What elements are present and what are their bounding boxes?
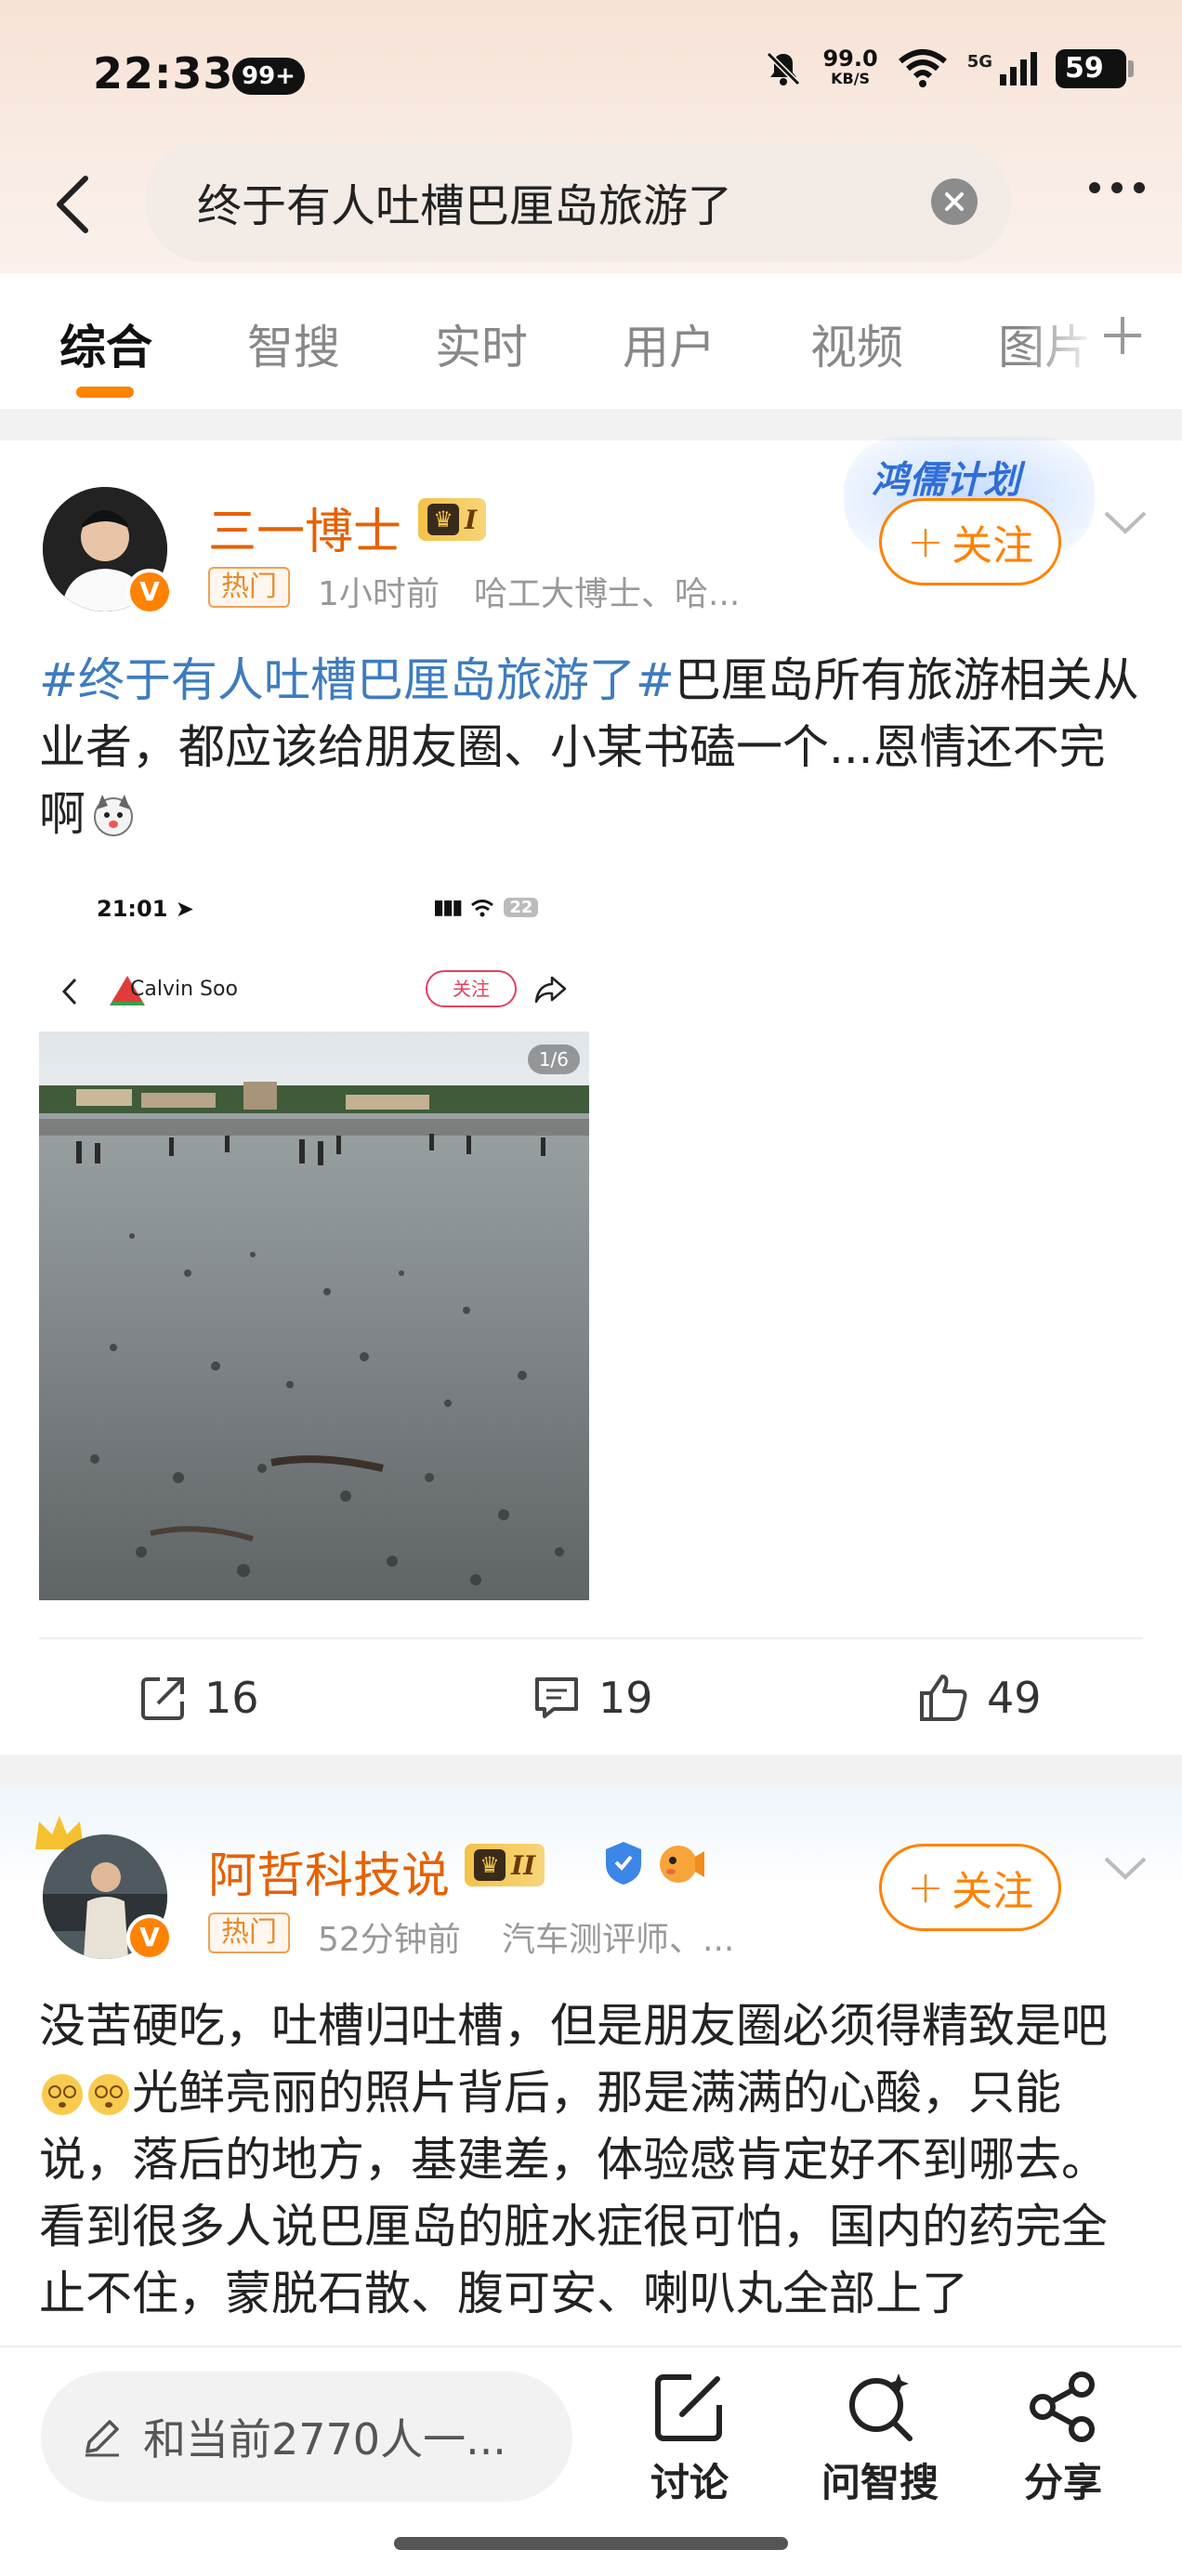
cell-signal-icon: 5G: [967, 52, 1037, 85]
share-button[interactable]: 分享: [1024, 2368, 1102, 2508]
tab-realtime[interactable]: 实时: [435, 310, 528, 377]
pencil-icon: [85, 2420, 119, 2457]
follow-label: 关注: [952, 522, 1034, 570]
ask-label: 问智搜: [821, 2460, 939, 2505]
photo-counter: 1/6: [527, 1045, 580, 1074]
tab-smart-search[interactable]: 智搜: [247, 310, 340, 377]
battery-indicator: 59: [1056, 49, 1134, 88]
post-content: 没苦硬吃，吐槽归吐槽，但是朋友圈必须得精致是吧: [39, 1999, 1108, 2053]
active-tab-indicator: [76, 387, 134, 398]
discuss-label: 讨论: [650, 2460, 729, 2505]
shot-user-name: Calvin Soo: [130, 978, 238, 1001]
status-time: 22:33: [93, 48, 234, 99]
follow-label: 关注: [952, 1868, 1034, 1915]
user-name[interactable]: 三一博士: [208, 493, 401, 562]
comment-count: 19: [598, 1673, 653, 1723]
user-description: 哈工大博士、哈...: [474, 575, 741, 613]
thumbs-up-icon: [920, 1675, 967, 1721]
mute-bell-icon: [767, 51, 801, 86]
dog-emoji-icon: [94, 795, 133, 836]
search-query: 终于有人吐槽巴厘岛旅游了: [197, 180, 733, 232]
hot-tag: 热门: [208, 1912, 290, 1953]
user-description: 汽车测评师、...: [502, 1921, 735, 1959]
notification-badge: 99+: [232, 58, 305, 95]
crown-icon: ♛: [427, 504, 459, 535]
plus-icon: +: [906, 516, 945, 568]
search-input[interactable]: 终于有人吐槽巴厘岛旅游了: [145, 141, 1011, 262]
follow-button[interactable]: + 关注: [879, 1844, 1061, 1931]
user-name[interactable]: 阿哲科技说: [208, 1836, 450, 1906]
member-level-badge: ♛ II: [465, 1844, 545, 1886]
plus-icon: [1104, 317, 1141, 354]
shield-badge-icon: [606, 1842, 641, 1885]
plus-icon: +: [906, 1861, 945, 1913]
repost-icon: [141, 1677, 184, 1720]
shot-back-icon: [61, 978, 77, 1005]
hot-tag: 热门: [208, 567, 290, 608]
like-button[interactable]: 49: [918, 1673, 1042, 1723]
clear-search-button[interactable]: [931, 178, 978, 225]
more-dot-icon: [1089, 182, 1100, 193]
ask-smart-search-button[interactable]: 问智搜: [821, 2368, 939, 2508]
wifi-icon: [898, 49, 947, 87]
smart-search-icon: [849, 2373, 913, 2441]
shot-share-icon: [534, 976, 567, 1004]
crown-icon: ♛: [474, 1849, 506, 1881]
chevron-down-icon[interactable]: [1102, 1844, 1149, 1890]
pufferfish-badge-icon: [660, 1846, 704, 1883]
back-arrow-icon: [57, 176, 88, 233]
tab-videos[interactable]: 视频: [810, 310, 903, 377]
status-icons: 99.0 KB/S 5G 59: [763, 46, 1134, 89]
shot-battery: 22: [504, 898, 539, 917]
hashtag-link[interactable]: #终于有人吐槽巴厘岛旅游了#: [39, 653, 675, 707]
comment-input[interactable]: 和当前2770人一...: [41, 2372, 572, 2502]
more-dot-icon: [1111, 182, 1123, 193]
dizzy-face-emoji-icon: [42, 2074, 83, 2115]
like-count: 49: [987, 1673, 1042, 1723]
discuss-button[interactable]: 讨论: [650, 2368, 729, 2508]
shot-status-icons: ▮▮▮ 22: [433, 896, 539, 919]
share-label: 分享: [1024, 2460, 1103, 2505]
post-content: 光鲜亮丽的照片背后，那是满满的心酸，只能说，落后的地方，基建差，体验感肯定好不到…: [39, 2066, 1108, 2187]
post-text: 没苦硬吃，吐槽归吐槽，但是朋友圈必须得精致是吧 光鲜亮丽的照片背后，那是满满的心…: [39, 1992, 1145, 2346]
tab-comprehensive[interactable]: 综合: [59, 310, 152, 377]
post-time: 1小时前: [318, 575, 440, 613]
network-speed: 99.0 KB/S: [822, 46, 878, 87]
home-indicator[interactable]: [394, 2537, 788, 2550]
member-level-badge: ♛ I: [418, 498, 487, 541]
shot-follow-badge: 关注: [426, 970, 517, 1007]
more-options-button[interactable]: [1089, 182, 1145, 193]
post-text: #终于有人吐槽巴厘岛旅游了#巴厘岛所有旅游相关从业者，都应该给朋友圈、小某书磕一…: [39, 647, 1145, 848]
repost-count: 16: [204, 1673, 259, 1723]
level-number: I: [465, 504, 478, 535]
dizzy-face-emoji-icon: [88, 2074, 129, 2115]
comment-icon: [535, 1677, 578, 1718]
comment-button[interactable]: 19: [532, 1673, 653, 1723]
comment-placeholder: 和当前2770人一...: [143, 2414, 506, 2464]
post-time: 52分钟前: [318, 1921, 461, 1959]
verified-badge-icon: V: [126, 569, 173, 615]
edit-square-icon: [655, 2374, 722, 2441]
close-icon: [945, 192, 964, 211]
level-number: II: [511, 1849, 536, 1881]
status-bar: 22:33 99+ 99.0 KB/S 5G 59: [0, 0, 1182, 154]
beach-photo: [39, 1032, 589, 1600]
post-photo[interactable]: 1/6: [39, 1032, 589, 1600]
shot-wifi-icon: [471, 899, 494, 916]
repost-button[interactable]: 16: [139, 1673, 259, 1723]
add-tab-button[interactable]: [1100, 307, 1145, 372]
follow-button[interactable]: + 关注: [879, 498, 1061, 585]
promo-label: 鸿儒计划: [872, 459, 1020, 502]
post-content: 看到很多人说巴厘岛的脏水症很可怕，国内的药完全止不住，蒙脱石散、腹可安、喇叭丸全…: [39, 2200, 1108, 2320]
post-divider: [39, 1637, 1143, 1639]
tab-fade: [1024, 273, 1098, 409]
more-dot-icon: [1134, 182, 1145, 193]
shot-status-time: 21:01 ➤: [97, 896, 194, 922]
share-icon: [1030, 2372, 1095, 2442]
back-button[interactable]: [45, 167, 100, 242]
verified-badge-icon: V: [126, 1914, 173, 1961]
search-tabs: 综合 智搜 实时 用户 视频 图片: [0, 273, 1182, 409]
tab-users[interactable]: 用户: [623, 310, 716, 377]
chevron-down-icon[interactable]: [1102, 498, 1149, 545]
